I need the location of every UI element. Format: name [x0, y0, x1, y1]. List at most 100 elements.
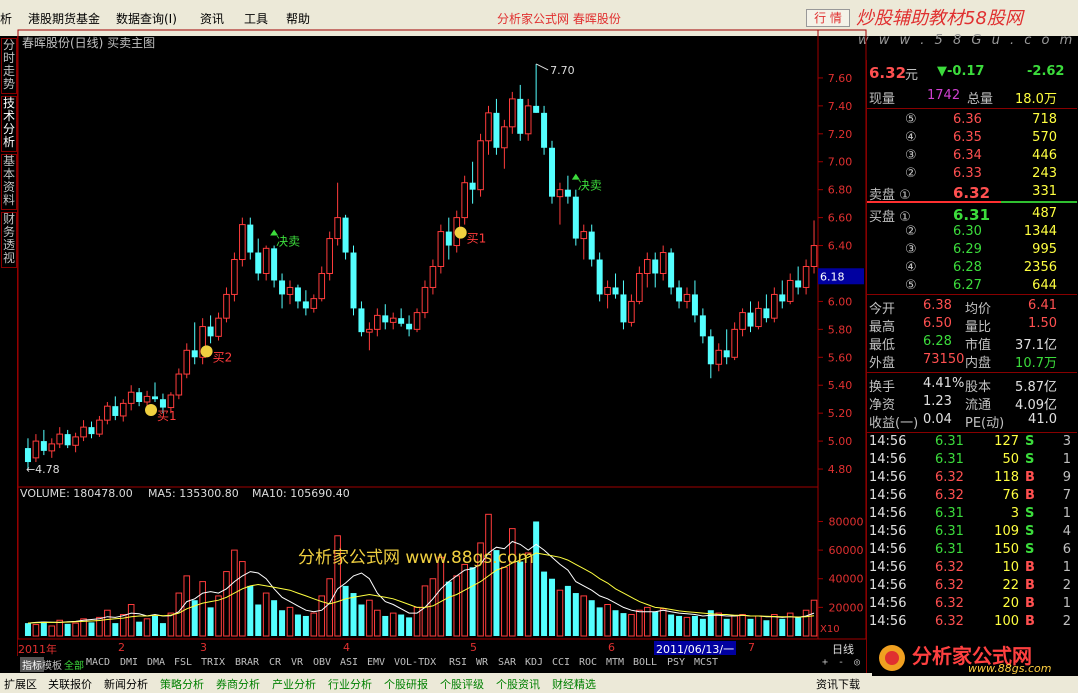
volume-bar [533, 521, 540, 636]
candle-body [477, 140, 484, 191]
bottom-bar-item[interactable]: 扩展区 [4, 676, 37, 692]
indicator-tab[interactable]: MTM [606, 657, 624, 668]
bottom-bar-item[interactable]: 个股研报 [384, 676, 428, 692]
tick-price: 6.31 [935, 542, 964, 557]
volume-bar [286, 606, 294, 637]
candle-body [636, 272, 643, 302]
indicator-tab[interactable]: MCST [694, 657, 718, 668]
indicator-tab[interactable]: ASI [340, 657, 358, 668]
indicator-tab[interactable]: CCI [552, 657, 570, 668]
tick-count: 1 [1062, 596, 1071, 611]
indicator-tab[interactable]: OBV [313, 657, 331, 668]
stat-label: 流通 [965, 398, 992, 413]
indicator-tab[interactable]: DMI [120, 657, 138, 668]
zoom-in-button[interactable]: + [822, 657, 828, 668]
stat-value: 1.23 [923, 394, 952, 409]
bottom-bar-item[interactable]: 策略分析 [160, 676, 204, 692]
bid-volume: 1344 [1023, 224, 1057, 239]
bid-volume: 995 [1032, 242, 1057, 257]
candle-body [652, 259, 659, 274]
indicator-tab[interactable]: CR [269, 657, 281, 668]
volume-bar [636, 609, 643, 637]
bottom-bar-item[interactable]: 财经精选 [552, 676, 596, 692]
candle-body [517, 98, 524, 134]
price-axis-label: 5.80 [828, 323, 853, 336]
indicator-tab[interactable]: VR [291, 657, 303, 668]
volume-bar [676, 615, 683, 636]
price-axis-label: 6.60 [828, 212, 853, 225]
volume-axis-label: 80000 [829, 515, 864, 528]
indicator-tab[interactable]: BRAR [235, 657, 259, 668]
stat-label: 净资 [869, 398, 896, 413]
buy-signal-label: 买2 [213, 350, 233, 364]
indicator-tab[interactable]: 全部 [64, 657, 84, 672]
bottom-bar-item[interactable]: 资讯下载 [816, 676, 860, 692]
candle-body [413, 312, 421, 330]
bottom-bar-item[interactable]: 个股评级 [440, 676, 484, 692]
indicator-tabs: 指标 模板 全部 MACD DMI DMA FSL TRIX BRAR CR VR OBV ASI EMV… [18, 655, 866, 673]
indicator-tab[interactable]: DMA [147, 657, 165, 668]
ask-row: 卖盘 ① 6.32 331 [867, 184, 1077, 203]
volume-bar [572, 593, 579, 636]
reset-button[interactable]: ◎ [854, 657, 860, 668]
indicator-tab[interactable]: TRIX [201, 657, 225, 668]
stat-value: 41.0 [1028, 412, 1057, 427]
bottom-bar-item[interactable]: 个股资讯 [496, 676, 540, 692]
candle-body [310, 298, 318, 309]
bottom-bar-item[interactable]: 行业分析 [328, 676, 372, 692]
volume-bar [668, 614, 675, 636]
candle-body [24, 448, 31, 463]
volume-bar [302, 615, 309, 636]
bottom-bar-item[interactable]: 关联报价 [48, 676, 92, 692]
volume-bar [271, 600, 278, 636]
stat-row: 最低 6.28 市值 37.1亿 [867, 334, 1077, 353]
time-axis-label: 6 [608, 641, 615, 654]
candle-body [429, 266, 437, 288]
tick-count: 2 [1062, 578, 1071, 593]
indicator-tab[interactable]: FSL [174, 657, 192, 668]
candle-body [302, 301, 309, 309]
bid-price: 6.27 [953, 278, 982, 293]
indicator-tab[interactable]: 指标 [20, 657, 44, 672]
stat-row: 收益(一) 0.04 PE(动) 41.0 [867, 412, 1077, 431]
zoom-out-button[interactable]: - [838, 657, 844, 668]
volume-bar [366, 599, 373, 637]
stat-value: 0.04 [923, 412, 952, 427]
indicator-tab[interactable]: EMV [367, 657, 385, 668]
indicator-tab[interactable]: VOL-TDX [394, 657, 436, 668]
buy-signal-icon [454, 226, 467, 239]
candle-body [541, 112, 548, 148]
candle-body [580, 231, 588, 240]
indicator-tab[interactable]: 模板 [42, 657, 62, 672]
candle-body [143, 395, 151, 403]
candle-body [668, 252, 675, 288]
candle-body [588, 231, 595, 260]
bottom-bar-item[interactable]: 产业分析 [272, 676, 316, 692]
indicator-tab[interactable]: KDJ [525, 657, 543, 668]
indicator-tab[interactable]: RSI [449, 657, 467, 668]
time-axis-label: 7 [748, 641, 755, 654]
tick-volume: 20 [1002, 596, 1019, 611]
bottom-bar-item[interactable]: 新闻分析 [104, 676, 148, 692]
buy-signal-icon [145, 403, 158, 416]
indicator-tab[interactable]: ROC [579, 657, 597, 668]
price-axis-label: 6.40 [828, 240, 853, 253]
indicator-tab[interactable]: PSY [667, 657, 685, 668]
tick-count: 3 [1062, 434, 1071, 449]
indicator-tab[interactable]: WR [476, 657, 488, 668]
candle-body [271, 248, 278, 281]
indicator-tab[interactable]: SAR [498, 657, 516, 668]
bottom-bar-item[interactable]: 券商分析 [216, 676, 260, 692]
indicator-tab[interactable]: MACD [86, 657, 110, 668]
volume-bar [382, 615, 389, 636]
volume-bar [461, 563, 468, 637]
buy-signal-label: 买1 [157, 409, 177, 423]
candle-body [485, 112, 492, 142]
tick-volume: 150 [994, 542, 1019, 557]
indicator-tab[interactable]: BOLL [633, 657, 657, 668]
volume-bar [104, 609, 111, 637]
ask-row: ⑤ 6.36 718 [867, 112, 1077, 130]
volume-bar [549, 578, 556, 636]
volume-bar [437, 556, 445, 637]
candle-body [48, 443, 56, 452]
